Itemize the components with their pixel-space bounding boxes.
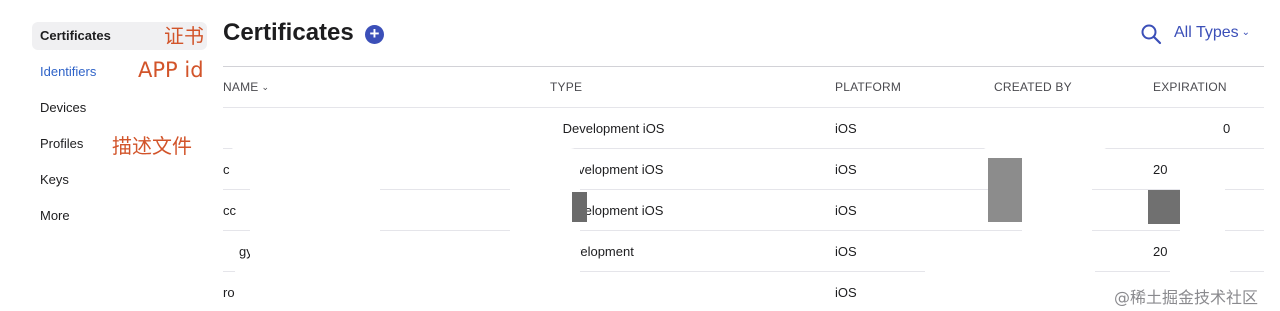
column-header-name[interactable]: NAME ⌄ xyxy=(223,67,543,108)
redaction-mark xyxy=(230,112,560,152)
cell-type: A Development iOS xyxy=(550,203,664,218)
column-header-expiration[interactable]: EXPIRATION xyxy=(1153,67,1264,108)
table-header-row: NAME ⌄ TYPE PLATFORM CREATED BY EXPIRATIO… xyxy=(223,67,1264,108)
chevron-down-icon: ⌄ xyxy=(261,82,270,92)
redaction-mark xyxy=(1180,150,1225,260)
type-filter-dropdown[interactable]: All Types ⌄ xyxy=(1174,24,1250,42)
redaction-mark xyxy=(988,158,1022,222)
cell-type: iO xyxy=(550,272,820,311)
sidebar-item-more[interactable]: More xyxy=(32,202,207,230)
type-filter-label: All Types xyxy=(1174,24,1239,41)
watermark: @稀土掘金技术社区 xyxy=(1114,288,1259,307)
redaction-mark xyxy=(980,110,1110,150)
sidebar-item-devices[interactable]: Devices xyxy=(32,94,207,122)
column-header-created-by[interactable]: CREATED BY xyxy=(994,67,1144,108)
column-header-type[interactable]: TYPE xyxy=(550,67,820,108)
annotation-certificates: 证书 xyxy=(164,24,204,48)
redaction-mark xyxy=(510,148,580,298)
cell-platform: iOS xyxy=(835,203,857,218)
redaction-mark xyxy=(572,192,587,222)
annotation-identifiers: APP id xyxy=(138,58,204,82)
redaction-mark xyxy=(250,150,380,275)
cell-platform: iOS xyxy=(835,121,857,136)
column-header-platform[interactable]: PLATFORM xyxy=(835,67,975,108)
cell-type: 's Development iOS xyxy=(550,121,665,136)
cell-platform: iOS xyxy=(835,162,857,177)
redaction-mark xyxy=(925,252,1095,282)
sidebar-item-keys[interactable]: Keys xyxy=(32,166,207,194)
cell-type: A Development iOS xyxy=(550,162,664,177)
cell-type: iO evelopment xyxy=(550,244,634,259)
page-title: Certificates xyxy=(223,19,354,46)
plus-circle-icon[interactable]: + xyxy=(365,25,384,44)
chevron-down-icon: ⌄ xyxy=(1241,27,1251,38)
search-icon[interactable] xyxy=(1140,23,1162,45)
redaction-mark xyxy=(1022,150,1092,250)
redaction-mark xyxy=(1120,112,1210,142)
annotation-profiles: 描述文件 xyxy=(112,134,192,158)
